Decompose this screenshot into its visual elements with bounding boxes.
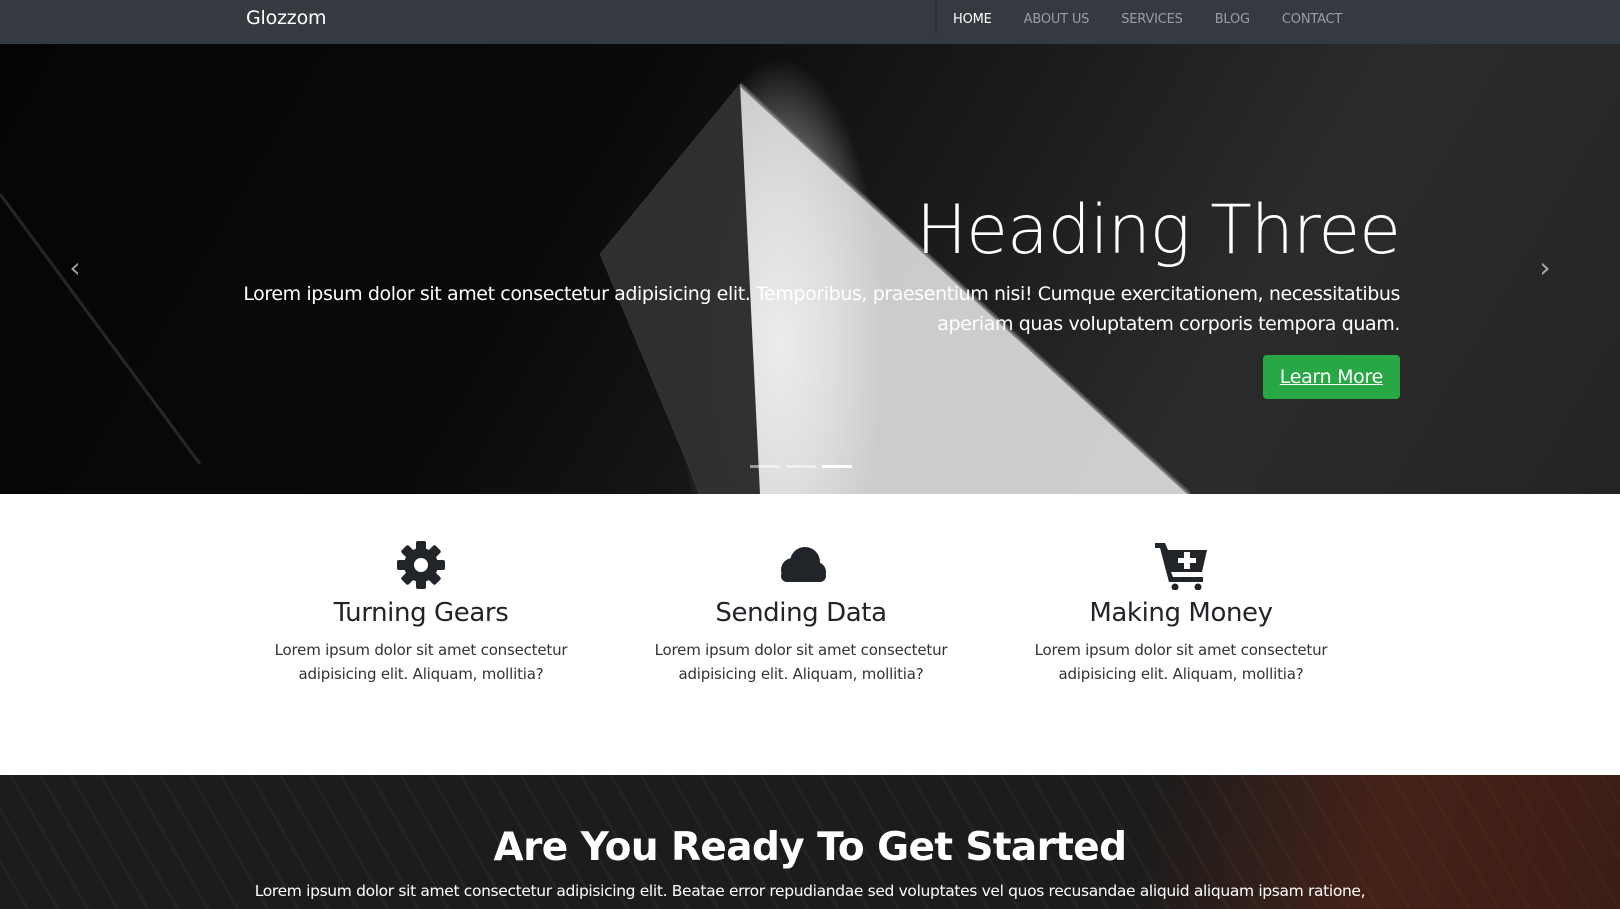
feature-text: Lorem ipsum dolor sit amet consectetur a… (274, 641, 568, 683)
feature-title: Sending Data (715, 598, 887, 628)
learn-more-button[interactable]: Learn More (1262, 354, 1400, 399)
brand-logo[interactable]: Glozzom (246, 7, 327, 29)
nav-menu: HOME ABOUT US SERVICES BLOG CONTACT (953, 10, 1374, 28)
nav-item-contact: CONTACT (1282, 10, 1342, 28)
feature-card: Turning Gears Lorem ipsum dolor sit amet… (271, 540, 571, 686)
cta-section: Are You Ready To Get Started Lorem ipsum… (0, 775, 1620, 909)
feature-text: Lorem ipsum dolor sit amet consectetur a… (1034, 641, 1328, 683)
hero-title: Heading Three (916, 191, 1401, 270)
gear-icon (397, 541, 445, 589)
feature-title: Turning Gears (333, 598, 509, 628)
nav-link-home[interactable]: HOME (953, 12, 992, 27)
cloud-icon (781, 547, 826, 582)
nav-item-about-us: ABOUT US (1024, 10, 1090, 28)
carousel-indicators (750, 465, 858, 468)
nav-link-services[interactable]: SERVICES (1121, 12, 1183, 27)
nav-item-home: HOME (953, 10, 992, 28)
nav-item-services: SERVICES (1121, 10, 1183, 28)
nav-link-about-us[interactable]: ABOUT US (1024, 12, 1090, 27)
hero-carousel: ‹ › Heading Three Lorem ipsum dolor sit … (0, 44, 1620, 494)
feature-title: Making Money (1089, 598, 1273, 628)
cart-plus-icon (1155, 543, 1207, 590)
nav-link-blog[interactable]: BLOG (1215, 12, 1250, 27)
hero-caption: Heading Three Lorem ipsum dolor sit amet… (220, 191, 1401, 399)
carousel-prev-button[interactable]: ‹ (60, 253, 90, 283)
hero-text: Lorem ipsum dolor sit amet consectetur a… (243, 282, 1400, 335)
nav-divider (935, 0, 937, 34)
cta-text: Lorem ipsum dolor sit amet consectetur a… (254, 882, 1366, 900)
nav-link-contact[interactable]: CONTACT (1282, 12, 1342, 27)
chevron-right-icon: › (1539, 251, 1551, 284)
navbar: Glozzom HOME ABOUT US SERVICES BLOG CONT… (0, 0, 1620, 44)
feature-card: Sending Data Lorem ipsum dolor sit amet … (651, 540, 951, 686)
feature-text: Lorem ipsum dolor sit amet consectetur a… (654, 641, 948, 683)
carousel-indicator-1[interactable] (750, 465, 780, 468)
carousel-indicator-2[interactable] (786, 465, 816, 468)
carousel-indicator-3[interactable] (822, 465, 852, 468)
features-section: Turning Gears Lorem ipsum dolor sit amet… (0, 494, 1620, 775)
carousel-next-button[interactable]: › (1530, 253, 1560, 283)
nav-item-blog: BLOG (1215, 10, 1250, 28)
chevron-left-icon: ‹ (69, 251, 81, 284)
feature-card: Making Money Lorem ipsum dolor sit amet … (1031, 540, 1331, 686)
cta-title: Are You Ready To Get Started (493, 825, 1128, 870)
